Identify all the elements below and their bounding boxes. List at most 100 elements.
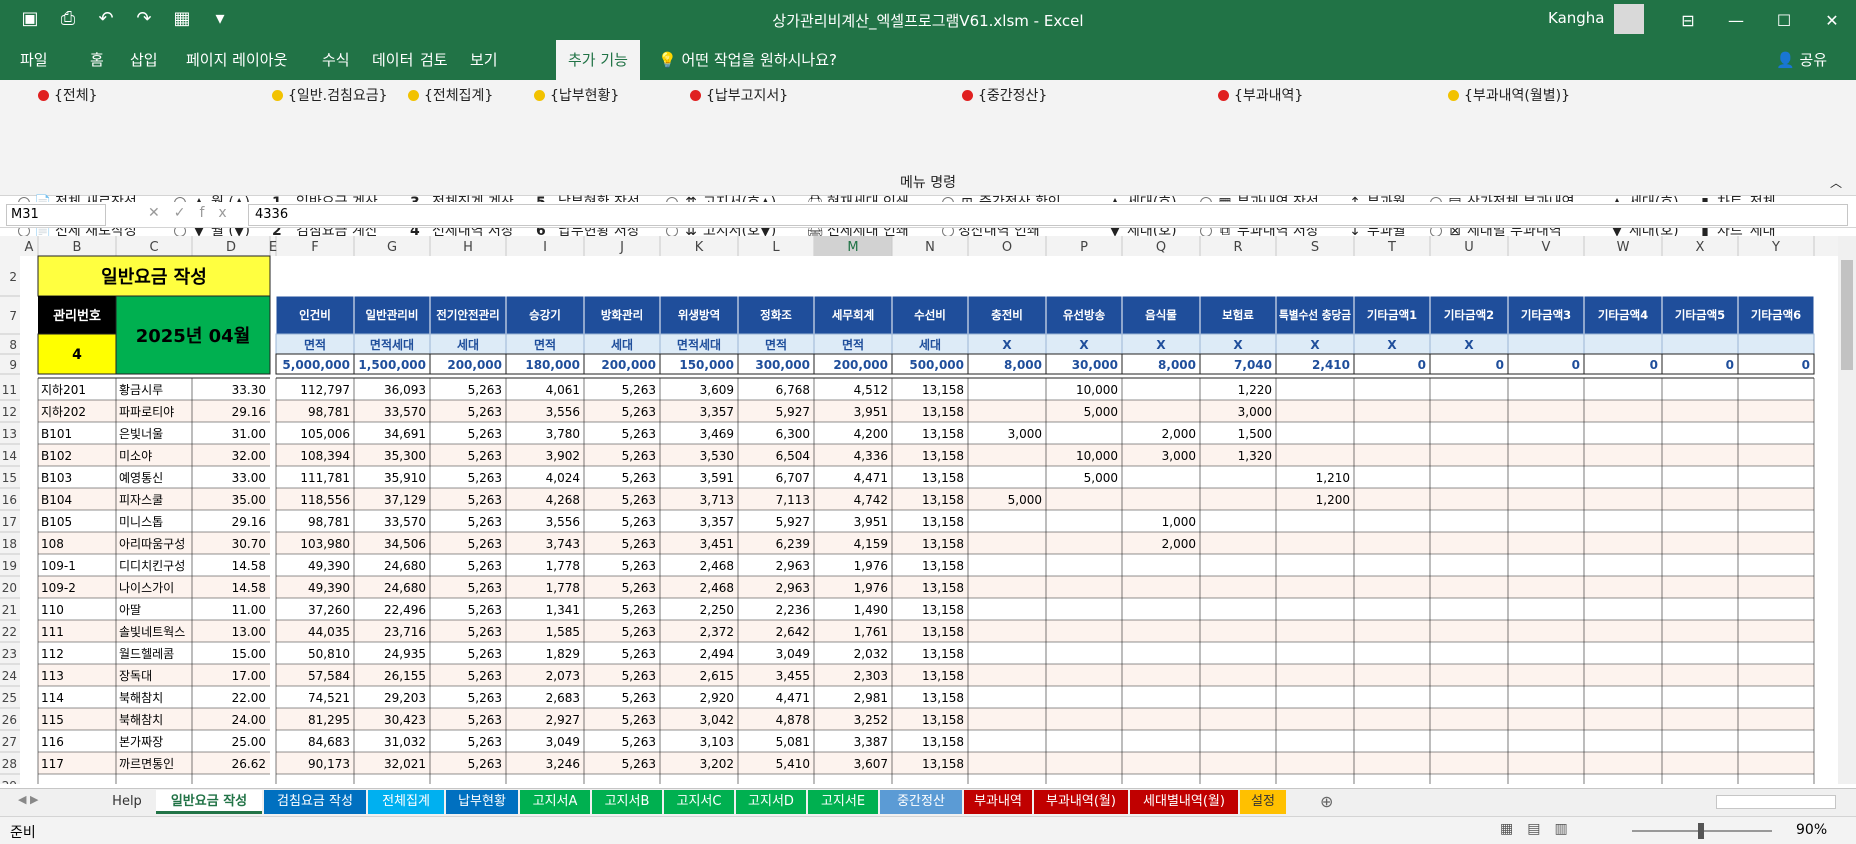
ribbon-tab-7[interactable]: 보기 bbox=[458, 40, 510, 80]
area-value[interactable]: 25.00 bbox=[232, 735, 266, 749]
fee-value[interactable]: 5,263 bbox=[622, 405, 656, 419]
fee-value[interactable]: 3,713 bbox=[700, 493, 734, 507]
fee-value[interactable]: 13,158 bbox=[922, 449, 964, 463]
row-number[interactable]: 16 bbox=[2, 493, 17, 507]
fee-value[interactable]: 5,263 bbox=[468, 515, 502, 529]
fee-value[interactable]: 118,556 bbox=[300, 493, 350, 507]
unit-number[interactable]: 112 bbox=[41, 647, 64, 661]
tenant-name[interactable]: 파파로티야 bbox=[119, 405, 174, 419]
row-number[interactable]: 8 bbox=[9, 338, 17, 352]
fee-value[interactable]: 5,263 bbox=[468, 647, 502, 661]
area-value[interactable]: 35.00 bbox=[232, 493, 266, 507]
fee-value[interactable]: 98,781 bbox=[308, 405, 350, 419]
area-value[interactable]: 22.00 bbox=[232, 691, 266, 705]
add-sheet-icon[interactable]: ⊕ bbox=[1320, 792, 1333, 811]
fee-value[interactable]: 3,000 bbox=[1162, 449, 1196, 463]
horizontal-scrollbar[interactable] bbox=[1716, 795, 1836, 809]
row-number[interactable]: 19 bbox=[2, 559, 17, 573]
sheet-tab-5[interactable]: 고지서A bbox=[520, 790, 590, 814]
fee-value[interactable]: 90,173 bbox=[308, 757, 350, 771]
fee-value[interactable]: 13,158 bbox=[922, 427, 964, 441]
column-letter[interactable]: H bbox=[463, 240, 473, 255]
fee-value[interactable]: 3,387 bbox=[854, 735, 888, 749]
fee-value[interactable]: 5,263 bbox=[622, 515, 656, 529]
collapse-ribbon-icon[interactable]: ︿ bbox=[1830, 174, 1842, 191]
fee-value[interactable]: 13,158 bbox=[922, 691, 964, 705]
fee-value[interactable]: 2,468 bbox=[700, 559, 734, 573]
ribbon-tab-3[interactable]: 페이지 레이아웃 bbox=[174, 40, 299, 80]
normal-view-icon[interactable]: ▦ bbox=[1500, 821, 1527, 837]
area-value[interactable]: 30.70 bbox=[232, 537, 266, 551]
fee-value[interactable]: 13,158 bbox=[922, 515, 964, 529]
area-value[interactable]: 11.00 bbox=[232, 603, 266, 617]
tenant-name[interactable]: 미니스톱 bbox=[119, 515, 163, 529]
fee-value[interactable]: 1,500 bbox=[1238, 427, 1272, 441]
tenant-name[interactable]: 은빛너울 bbox=[119, 427, 163, 441]
fee-value[interactable]: 2,468 bbox=[700, 581, 734, 595]
fee-value[interactable]: 4,742 bbox=[854, 493, 888, 507]
fee-value[interactable]: 5,927 bbox=[776, 405, 810, 419]
unit-number[interactable]: B103 bbox=[41, 471, 72, 485]
fee-value[interactable]: 34,691 bbox=[384, 427, 426, 441]
fee-value[interactable]: 3,902 bbox=[546, 449, 580, 463]
area-value[interactable]: 13.00 bbox=[232, 625, 266, 639]
sheet-tab-11[interactable]: 부과내역 bbox=[964, 790, 1032, 814]
column-letter[interactable]: I bbox=[543, 240, 547, 255]
fee-value[interactable]: 2,236 bbox=[776, 603, 810, 617]
fee-value[interactable]: 10,000 bbox=[1076, 449, 1118, 463]
area-value[interactable]: 14.58 bbox=[232, 581, 266, 595]
fee-value[interactable]: 105,006 bbox=[300, 427, 350, 441]
fee-value[interactable]: 37,129 bbox=[384, 493, 426, 507]
fee-value[interactable]: 7,113 bbox=[776, 493, 810, 507]
fee-value[interactable]: 3,951 bbox=[854, 405, 888, 419]
fee-value[interactable]: 13,158 bbox=[922, 383, 964, 397]
column-letter[interactable]: W bbox=[1617, 240, 1630, 255]
row-number[interactable]: 28 bbox=[2, 757, 17, 771]
fee-value[interactable]: 13,158 bbox=[922, 625, 964, 639]
ribbon-tab-8[interactable]: 추가 기능 bbox=[556, 40, 640, 80]
fee-value[interactable]: 3,000 bbox=[1238, 405, 1272, 419]
fee-value[interactable]: 3,202 bbox=[700, 757, 734, 771]
fee-value[interactable]: 6,707 bbox=[776, 471, 810, 485]
sheet-tab-0[interactable]: Help bbox=[100, 790, 154, 814]
fee-value[interactable]: 3,591 bbox=[700, 471, 734, 485]
fee-value[interactable]: 5,263 bbox=[622, 647, 656, 661]
fee-value[interactable]: 4,471 bbox=[854, 471, 888, 485]
column-letter[interactable]: P bbox=[1080, 240, 1088, 255]
fee-value[interactable]: 5,263 bbox=[622, 471, 656, 485]
fee-value[interactable]: 13,158 bbox=[922, 559, 964, 573]
row-number[interactable]: 21 bbox=[2, 603, 17, 617]
fee-value[interactable]: 5,263 bbox=[622, 735, 656, 749]
unit-number[interactable]: B101 bbox=[41, 427, 72, 441]
area-value[interactable]: 26.62 bbox=[232, 757, 266, 771]
column-letter[interactable]: F bbox=[311, 240, 318, 255]
fee-value[interactable]: 13,158 bbox=[922, 757, 964, 771]
fee-value[interactable]: 3,743 bbox=[546, 537, 580, 551]
area-value[interactable]: 14.58 bbox=[232, 559, 266, 573]
sheet-tab-8[interactable]: 고지서D bbox=[736, 790, 806, 814]
fee-value[interactable]: 33,570 bbox=[384, 515, 426, 529]
tenant-name[interactable]: 미소야 bbox=[119, 449, 152, 463]
fee-value[interactable]: 5,263 bbox=[622, 449, 656, 463]
ribbon-display-icon[interactable]: ⊟ bbox=[1664, 0, 1712, 40]
column-letter[interactable]: K bbox=[695, 240, 704, 255]
tenant-name[interactable]: 디디치킨구성 bbox=[119, 559, 185, 573]
fee-value[interactable]: 4,061 bbox=[546, 383, 580, 397]
fee-value[interactable]: 24,680 bbox=[384, 581, 426, 595]
fee-value[interactable]: 13,158 bbox=[922, 405, 964, 419]
fee-value[interactable]: 1,778 bbox=[546, 581, 580, 595]
fee-value[interactable]: 50,810 bbox=[308, 647, 350, 661]
enter-icon[interactable]: ✓ bbox=[174, 205, 200, 221]
tenant-name[interactable]: 장독대 bbox=[119, 669, 152, 683]
column-letter[interactable]: N bbox=[925, 240, 935, 255]
fee-value[interactable]: 5,263 bbox=[468, 735, 502, 749]
unit-number[interactable]: 109-1 bbox=[41, 559, 76, 573]
tenant-name[interactable]: 월드헬레콤 bbox=[119, 647, 174, 661]
fee-value[interactable]: 13,158 bbox=[922, 647, 964, 661]
avatar[interactable] bbox=[1614, 4, 1644, 34]
fee-value[interactable]: 2,927 bbox=[546, 713, 580, 727]
column-letter[interactable]: J bbox=[619, 240, 624, 255]
sheet-nav-arrows[interactable]: ◀ ▶ bbox=[18, 793, 38, 806]
fee-value[interactable]: 1,210 bbox=[1316, 471, 1350, 485]
page-break-icon[interactable]: ▥ bbox=[1554, 821, 1581, 837]
